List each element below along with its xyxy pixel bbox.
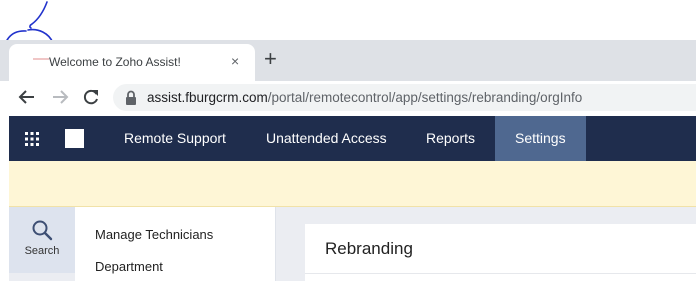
back-arrow-icon[interactable] <box>17 87 37 107</box>
sidebar-item-manage-technicians[interactable]: Manage Technicians <box>95 227 213 242</box>
new-tab-icon[interactable]: + <box>264 48 277 70</box>
nav-settings[interactable]: Settings <box>495 116 586 161</box>
search-label: Search <box>24 245 60 257</box>
app-grid-icon[interactable] <box>25 132 39 146</box>
address-bar[interactable]: assist.fburgcrm.com/portal/remotecontrol… <box>113 84 696 111</box>
browser-tab[interactable]: Welcome to Zoho Assist! × <box>9 44 255 81</box>
notice-banner <box>9 161 696 207</box>
search-icon <box>32 220 53 241</box>
nav-reports[interactable]: Reports <box>406 116 495 161</box>
settings-content: Search Manage Technicians Department Reb… <box>9 207 696 281</box>
app-logo[interactable] <box>65 129 84 148</box>
page-title: Rebranding <box>325 239 413 258</box>
reload-icon[interactable] <box>81 87 101 107</box>
nav-unattended-access[interactable]: Unattended Access <box>246 116 407 161</box>
rebranding-panel: Rebranding <box>305 224 696 281</box>
tab-close-icon[interactable]: × <box>231 53 239 69</box>
settings-sidebar: Manage Technicians Department <box>75 207 276 281</box>
forward-arrow-icon[interactable] <box>50 87 70 107</box>
url-path: /portal/remotecontrol/app/settings/rebra… <box>267 90 583 105</box>
search-button[interactable]: Search <box>9 207 75 273</box>
sidebar-item-department[interactable]: Department <box>95 259 163 274</box>
tab-title: Welcome to Zoho Assist! <box>49 55 181 69</box>
lock-icon <box>126 90 136 105</box>
tab-favicon-icon <box>33 58 49 60</box>
nav-remote-support[interactable]: Remote Support <box>104 116 246 161</box>
url-host: assist.fburgcrm.com <box>147 90 268 105</box>
panel-divider <box>305 273 696 274</box>
url-text: assist.fburgcrm.com/portal/remotecontrol… <box>147 90 582 105</box>
app-top-nav: Remote Support Unattended Access Reports… <box>9 116 696 161</box>
